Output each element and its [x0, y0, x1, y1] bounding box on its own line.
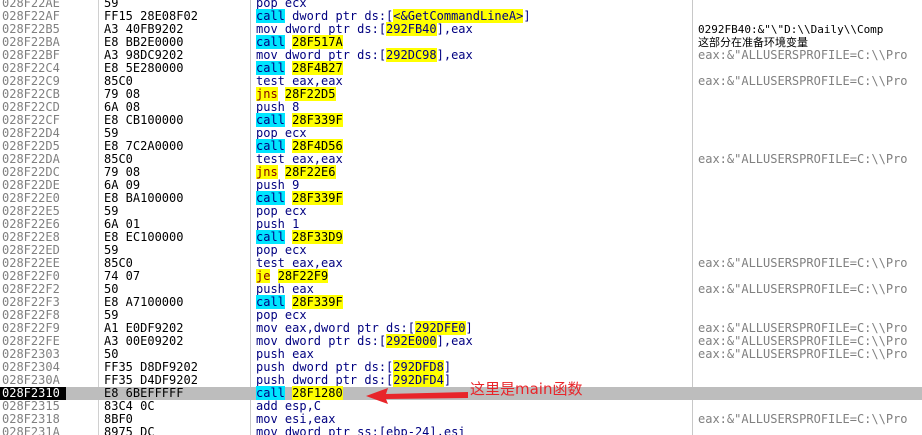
comment-cell: eax:&"ALLUSERSPROFILE=C:\\Pro — [698, 48, 908, 62]
bytes-cell: 8975 DC — [104, 425, 155, 435]
disasm-row[interactable]: 028F22E0 E8 BA100000 call 28F339F — [0, 191, 922, 205]
disasm-row[interactable]: 028F22F3 E8 A7100000 call 28F339F — [0, 295, 922, 309]
disassembly-view[interactable]: 028F22AE 59 pop ecx 028F22AF FF15 28E08F02 ca… — [0, 0, 922, 435]
main-function-annotation: 这里是main函数 — [470, 380, 583, 398]
comment-cell: eax:&"ALLUSERSPROFILE=C:\\Pro — [698, 412, 908, 426]
comment-cell: eax:&"ALLUSERSPROFILE=C:\\Pro — [698, 347, 908, 361]
disasm-row[interactable]: 028F22E8 E8 EC100000 call 28F33D9 — [0, 230, 922, 244]
instruction-cell: mov dword ptr ss:[ebp-24],esi — [256, 425, 466, 435]
disasm-row[interactable]: 028F22CF E8 CB100000 call 28F339F — [0, 113, 922, 127]
comment-cell: eax:&"ALLUSERSPROFILE=C:\\Pro — [698, 256, 908, 270]
comment-cell: eax:&"ALLUSERSPROFILE=C:\\Pro — [698, 282, 908, 296]
disasm-row[interactable]: 028F231A 8975 DC mov dword ptr ss:[ebp-24]… — [0, 426, 922, 435]
address-cell: 028F231A — [2, 425, 60, 435]
comment-cell: 0292FB40:&"\"D:\\Daily\\Comp — [698, 23, 884, 36]
comment-cell: eax:&"ALLUSERSPROFILE=C:\\Pro — [698, 74, 908, 88]
comment-cell: eax:&"ALLUSERSPROFILE=C:\\Pro — [698, 152, 908, 166]
